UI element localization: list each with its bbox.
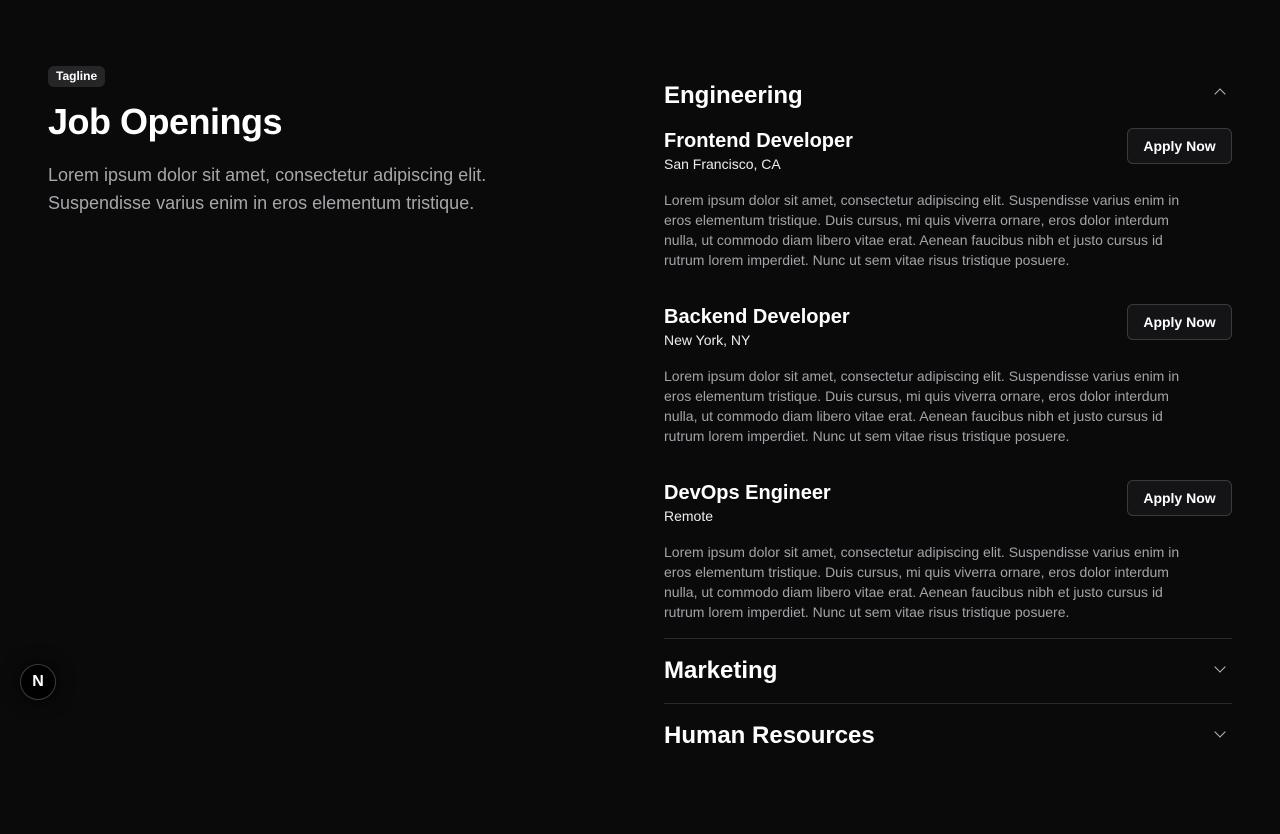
department-header-human-resources[interactable]: Human Resources bbox=[664, 704, 1232, 768]
department-title: Engineering bbox=[664, 82, 803, 109]
job-item: DevOps Engineer Remote Lorem ipsum dolor… bbox=[664, 480, 1232, 622]
intro-text: Lorem ipsum dolor sit amet, consectetur … bbox=[48, 165, 487, 213]
hero-section: Tagline Job Openings Lorem ipsum dolor s… bbox=[48, 66, 568, 217]
job-description: Lorem ipsum dolor sit amet, consectetur … bbox=[664, 544, 1180, 620]
page-title: Job Openings bbox=[48, 101, 283, 142]
apply-now-button[interactable]: Apply Now bbox=[1127, 304, 1232, 340]
job-departments: Engineering Frontend Developer San Franc… bbox=[664, 72, 1232, 768]
badge-letter: N bbox=[32, 673, 44, 690]
apply-now-button[interactable]: Apply Now bbox=[1127, 480, 1232, 516]
chevron-down-icon[interactable] bbox=[1214, 726, 1226, 738]
job-description: Lorem ipsum dolor sit amet, consectetur … bbox=[664, 368, 1180, 444]
job-item: Frontend Developer San Francisco, CA Lor… bbox=[664, 128, 1232, 270]
chevron-down-icon[interactable] bbox=[1214, 661, 1226, 673]
page: Tagline Job Openings Lorem ipsum dolor s… bbox=[0, 0, 1280, 834]
chevron-up-icon[interactable] bbox=[1214, 88, 1226, 100]
department-header-marketing[interactable]: Marketing bbox=[664, 639, 1232, 703]
department-engineering: Engineering Frontend Developer San Franc… bbox=[664, 72, 1232, 622]
department-title: Marketing bbox=[664, 657, 778, 684]
tagline-badge: Tagline bbox=[48, 66, 106, 87]
apply-now-button[interactable]: Apply Now bbox=[1127, 128, 1232, 164]
nextjs-logo-icon[interactable]: N bbox=[20, 664, 56, 700]
department-header-engineering[interactable]: Engineering bbox=[664, 72, 1232, 120]
department-title: Human Resources bbox=[664, 722, 875, 749]
job-item: Backend Developer New York, NY Lorem ips… bbox=[664, 304, 1232, 446]
job-description: Lorem ipsum dolor sit amet, consectetur … bbox=[664, 192, 1180, 268]
